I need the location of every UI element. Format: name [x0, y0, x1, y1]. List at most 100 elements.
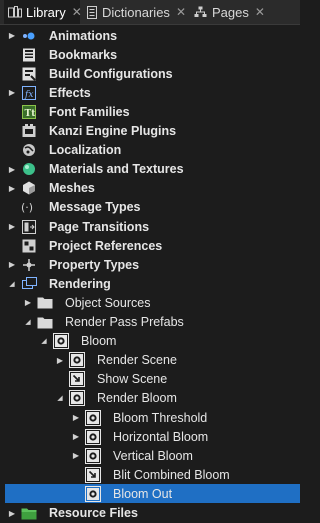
tree-item-horizontal-bloom[interactable]: ▶ Horizontal Bloom — [0, 427, 300, 446]
materials-icon — [21, 161, 37, 177]
tree-item-localization[interactable]: Localization — [0, 141, 300, 160]
tree-item-project-references[interactable]: Project References — [0, 236, 300, 255]
bookmarks-icon — [21, 47, 37, 63]
tree-item-kanzi-engine-plugins[interactable]: Kanzi Engine Plugins — [0, 122, 300, 141]
message-types-icon: (·) — [21, 199, 37, 215]
tree-item-bloom-threshold[interactable]: ▶ Bloom Threshold — [0, 408, 300, 427]
tree-item-resource-files[interactable]: ▶ Resource Files — [0, 504, 300, 523]
tree-item-label: Render Bloom — [97, 391, 177, 406]
expand-right-arrow-icon[interactable]: ▶ — [72, 451, 80, 461]
blit-pass-icon — [69, 371, 85, 388]
property-types-icon — [21, 257, 37, 273]
tree-item-label: Bookmarks — [49, 47, 118, 62]
tree-item-font-families[interactable]: Tt Font Families — [0, 102, 300, 121]
tree-item-label: Rendering — [49, 276, 111, 291]
tab-dictionaries[interactable]: Dictionaries ✕ — [84, 0, 186, 24]
tree-item-meshes[interactable]: ▶ Meshes — [0, 179, 300, 198]
blit-pass-icon — [85, 466, 101, 483]
tree-item-label: Font Families — [49, 104, 130, 119]
tree-item-render-pass-prefabs[interactable]: ◢ Render Pass Prefabs — [0, 313, 300, 332]
tree-item-label: Page Transitions — [49, 219, 150, 234]
resource-files-icon — [21, 505, 37, 521]
tree-item-label: Animations — [49, 28, 118, 43]
expand-right-arrow-icon[interactable]: ▶ — [8, 222, 16, 232]
tree-item-label: Kanzi Engine Plugins — [49, 124, 177, 138]
font-families-icon: Tt — [21, 104, 37, 120]
tree-item-effects[interactable]: ▶ fx Effects — [0, 83, 300, 102]
tree-item-label: Bloom Out — [113, 486, 173, 501]
folder-icon — [37, 295, 53, 311]
tree-item-label: Horizontal Bloom — [113, 429, 209, 444]
tree-item-blit-combined-bloom[interactable]: Blit Combined Bloom — [0, 465, 300, 484]
expand-right-arrow-icon[interactable]: ▶ — [8, 164, 16, 174]
expand-right-arrow-icon[interactable]: ▶ — [8, 88, 16, 98]
animations-icon — [21, 28, 37, 44]
tree-item-label: Show Scene — [97, 372, 168, 387]
rendering-icon — [21, 276, 37, 292]
pages-icon — [192, 4, 208, 20]
dictionaries-icon — [86, 4, 98, 20]
page-transitions-icon — [21, 219, 37, 235]
tab-library[interactable]: Library ✕ — [4, 0, 82, 24]
close-icon[interactable]: ✕ — [72, 5, 82, 19]
svg-text:(·): (·) — [21, 201, 33, 213]
tree-item-render-bloom[interactable]: ◢ Render Bloom — [0, 389, 300, 408]
plugins-icon — [21, 123, 37, 139]
tree-item-message-types[interactable]: (·) Message Types — [0, 198, 300, 217]
expand-right-arrow-icon[interactable]: ▶ — [72, 413, 80, 423]
tab-pages[interactable]: Pages ✕ — [190, 0, 265, 24]
tree-item-label: Materials and Textures — [49, 162, 184, 177]
expand-right-arrow-icon[interactable]: ▶ — [8, 183, 16, 193]
build-configurations-icon — [21, 66, 37, 82]
render-pass-icon — [69, 390, 85, 407]
tab-dictionaries-label: Dictionaries — [102, 4, 170, 20]
tree-item-materials-and-textures[interactable]: ▶ Materials and Textures — [0, 160, 300, 179]
svg-text:fx: fx — [24, 90, 33, 100]
expand-right-arrow-icon[interactable]: ▶ — [8, 508, 16, 518]
tree-item-bloom-out[interactable]: Bloom Out — [5, 484, 300, 504]
tree-item-label: Project References — [49, 238, 163, 253]
render-pass-icon — [69, 352, 85, 369]
svg-text:Tt: Tt — [25, 109, 37, 119]
tree-item-property-types[interactable]: ▶ Property Types — [0, 255, 300, 274]
expand-down-arrow-icon[interactable]: ◢ — [40, 336, 48, 346]
render-pass-icon — [53, 333, 69, 350]
tree-item-animations[interactable]: ▶ Animations — [0, 26, 300, 45]
tree-item-object-sources[interactable]: ▶ Object Sources — [0, 293, 300, 312]
tree-item-label: Meshes — [49, 181, 95, 196]
tree-item-label: Effects — [49, 85, 91, 100]
render-pass-icon — [85, 485, 101, 502]
library-icon — [8, 4, 22, 20]
panel-tab-bar: Library ✕ Dictionaries ✕ Pages ✕ — [0, 0, 300, 25]
tree-item-bookmarks[interactable]: Bookmarks — [0, 45, 300, 64]
tree-item-label: Localization — [49, 143, 122, 158]
tree-item-page-transitions[interactable]: ▶ Page Transitions — [0, 217, 300, 236]
expand-right-arrow-icon[interactable]: ▶ — [72, 432, 80, 442]
tab-library-label: Library — [26, 4, 66, 20]
tree-item-label: Blit Combined Bloom — [113, 467, 230, 482]
tree-item-build-configurations[interactable]: Build Configurations — [0, 64, 300, 83]
tree-item-label: Bloom — [81, 334, 117, 349]
close-icon[interactable]: ✕ — [176, 5, 186, 19]
tree-item-show-scene[interactable]: Show Scene — [0, 370, 300, 389]
tree-item-bloom[interactable]: ◢ Bloom — [0, 332, 300, 351]
tree-item-label: Render Scene — [97, 353, 177, 368]
expand-right-arrow-icon[interactable]: ▶ — [8, 260, 16, 270]
expand-down-arrow-icon[interactable]: ◢ — [24, 317, 32, 327]
tree-item-label: Property Types — [49, 257, 140, 272]
folder-icon — [37, 314, 53, 330]
tree-item-label: Object Sources — [65, 295, 151, 310]
project-references-icon — [21, 238, 37, 254]
tree-item-label: Build Configurations — [49, 66, 173, 81]
expand-down-arrow-icon[interactable]: ◢ — [8, 279, 16, 289]
expand-down-arrow-icon[interactable]: ◢ — [56, 393, 64, 403]
expand-right-arrow-icon[interactable]: ▶ — [8, 31, 16, 41]
close-icon[interactable]: ✕ — [255, 5, 265, 19]
tree-item-render-scene[interactable]: ▶ Render Scene — [0, 351, 300, 370]
meshes-icon — [21, 180, 37, 196]
expand-right-arrow-icon[interactable]: ▶ — [24, 298, 32, 308]
tree-item-rendering[interactable]: ◢ Rendering — [0, 274, 300, 293]
tree-item-label: Vertical Bloom — [113, 448, 193, 463]
expand-right-arrow-icon[interactable]: ▶ — [56, 355, 64, 365]
tree-item-vertical-bloom[interactable]: ▶ Vertical Bloom — [0, 446, 300, 465]
